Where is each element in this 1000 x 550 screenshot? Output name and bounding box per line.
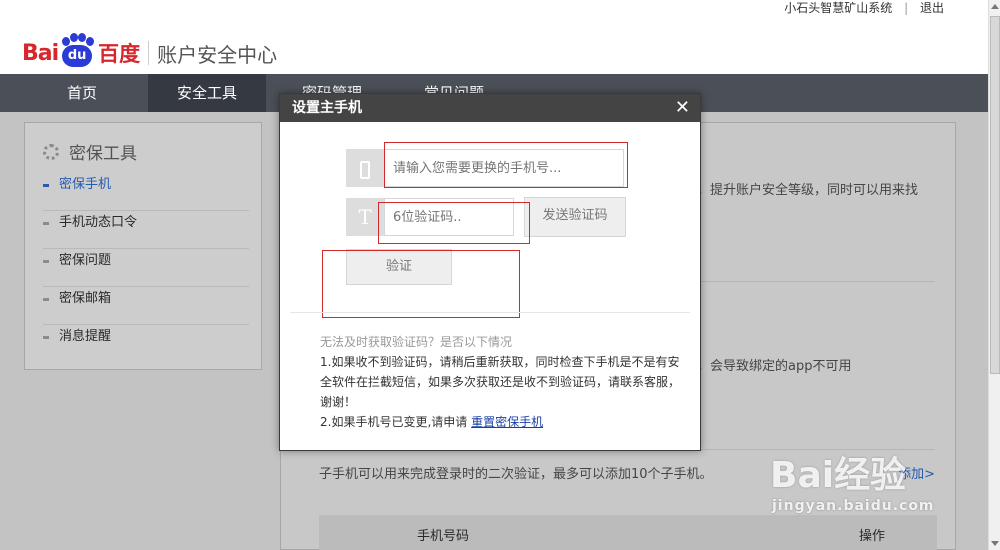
- logout-link[interactable]: 退出: [920, 1, 944, 15]
- baidu-logo[interactable]: Bai du 百度 账户安全中心: [22, 33, 278, 68]
- logo-bai: Bai: [22, 40, 59, 66]
- scroll-up-icon[interactable]: [991, 4, 999, 9]
- dialog-divider: [290, 312, 690, 313]
- watermark-logo: Bai经验: [770, 455, 907, 496]
- scrollbar-thumb[interactable]: [990, 16, 1000, 374]
- tab-home[interactable]: 首页: [26, 74, 138, 112]
- help-item-2-text: 2.如果手机号已变更,请申请: [320, 415, 468, 429]
- annotation-box-phone: [384, 142, 628, 188]
- scroll-down-icon[interactable]: [991, 541, 999, 546]
- site-title: 账户安全中心: [157, 42, 278, 67]
- watermark: Bai经验 jingyan.baidu.com: [770, 446, 935, 514]
- dialog-title: 设置主手机: [292, 100, 362, 116]
- help-item-2: 2.如果手机号已变更,请申请 重置密保手机: [320, 412, 680, 432]
- site-header: Bai du 百度 账户安全中心: [0, 18, 988, 74]
- close-icon[interactable]: ✕: [675, 94, 690, 122]
- logo-divider: [148, 41, 150, 65]
- dialog-header: 设置主手机 ✕: [280, 94, 700, 122]
- paw-toe-3: [78, 33, 87, 42]
- phone-icon: [346, 149, 384, 187]
- watermark-url: jingyan.baidu.com: [772, 498, 935, 514]
- tab-security-tools[interactable]: 安全工具: [148, 74, 266, 112]
- paw-toe-4: [86, 37, 95, 46]
- send-code-button[interactable]: 发送验证码: [524, 197, 626, 237]
- help-item-1: 1.如果收不到验证码，请稍后重新获取，同时检查下手机是不是有安全软件在拦截短信，…: [320, 355, 681, 409]
- logo-cn: 百度: [98, 42, 141, 66]
- help-question: 无法及时获取验证码？是否以下情况: [320, 335, 513, 349]
- top-bar: 小石头智慧矿山系统 | 退出: [0, 0, 988, 18]
- page-scrollbar[interactable]: [988, 0, 1000, 550]
- help-text: 无法及时获取验证码？是否以下情况 1.如果收不到验证码，请稍后重新获取，同时检查…: [320, 332, 680, 432]
- set-primary-phone-dialog: 设置主手机 ✕ T 发送验证码 验证 无法及时获取验证码？是否以下情况 1.如果…: [279, 93, 701, 451]
- paw-toe-2: [70, 33, 79, 42]
- reset-phone-link[interactable]: 重置密保手机: [471, 415, 543, 429]
- topbar-separator: |: [904, 1, 909, 15]
- paw-icon: du: [59, 33, 95, 67]
- current-user-link[interactable]: 小石头智慧矿山系统: [784, 1, 892, 15]
- annotation-box-code: [378, 202, 530, 244]
- annotation-box-verify: [322, 250, 520, 318]
- logo-du: du: [62, 45, 93, 67]
